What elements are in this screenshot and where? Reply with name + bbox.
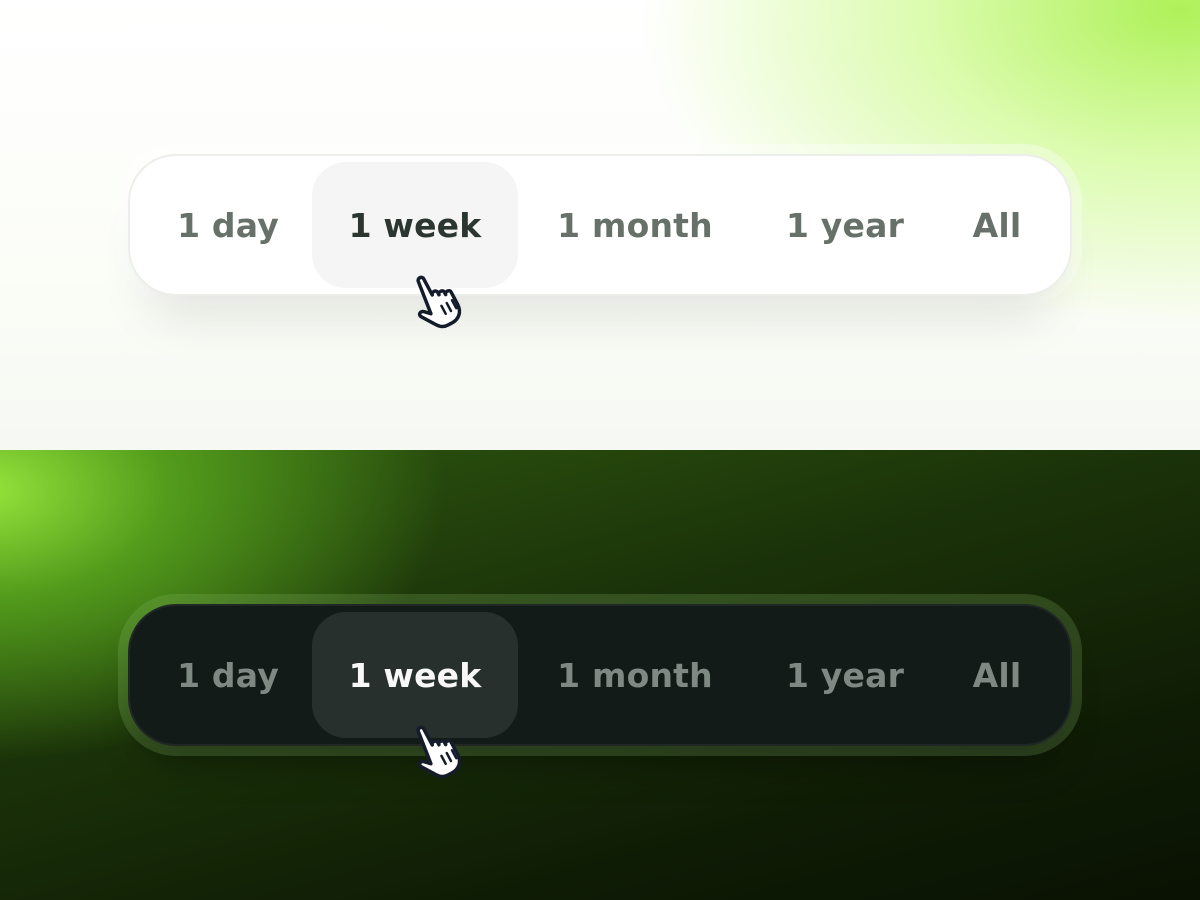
dark-theme-panel: 1 day 1 week 1 month 1 year All [0, 450, 1200, 900]
segment-1-week[interactable]: 1 week [312, 162, 518, 288]
segment-1-month[interactable]: 1 month [518, 162, 752, 288]
segment-1-year[interactable]: 1 year [752, 162, 938, 288]
light-theme-panel: 1 day 1 week 1 month 1 year All [0, 0, 1200, 450]
segment-all[interactable]: All [938, 162, 1056, 288]
segment-1-week[interactable]: 1 week [312, 612, 518, 738]
time-range-segmented-control: 1 day 1 week 1 month 1 year All [128, 604, 1072, 746]
segment-1-day[interactable]: 1 day [144, 612, 312, 738]
segment-1-year[interactable]: 1 year [752, 612, 938, 738]
segment-all[interactable]: All [938, 612, 1056, 738]
segment-1-month[interactable]: 1 month [518, 612, 752, 738]
segment-1-day[interactable]: 1 day [144, 162, 312, 288]
time-range-segmented-control: 1 day 1 week 1 month 1 year All [128, 154, 1072, 296]
